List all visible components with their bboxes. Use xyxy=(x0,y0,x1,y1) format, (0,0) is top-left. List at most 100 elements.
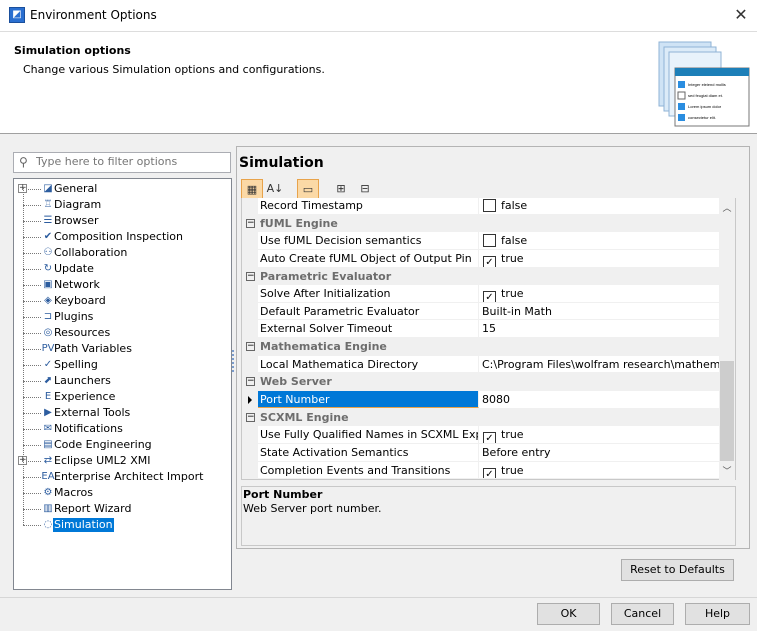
splitter-handle[interactable] xyxy=(232,350,235,372)
tree-item-network[interactable]: ▣ Network xyxy=(14,277,229,293)
tree-item-update[interactable]: ↻ Update xyxy=(14,261,229,277)
checkbox[interactable]: ✓ xyxy=(483,291,496,302)
property-row[interactable]: Use fUML Decision semantics false xyxy=(242,232,720,250)
collapse-icon[interactable]: − xyxy=(246,271,255,281)
property-value-text: true xyxy=(501,428,524,442)
property-row[interactable]: External Solver Timeout 15 xyxy=(242,320,720,339)
property-value[interactable]: false xyxy=(480,232,720,249)
property-value[interactable]: C:\Program Files\wolfram research\mathem… xyxy=(480,356,720,373)
tree-item-eclipse-uml2-xmi[interactable]: + ⇄ Eclipse UML2 XMI xyxy=(14,453,229,469)
tree-guide-line xyxy=(23,188,24,525)
tree-item-report-wizard[interactable]: ▥ Report Wizard xyxy=(14,501,229,517)
close-button[interactable]: ✕ xyxy=(730,4,752,26)
collapse-all-button[interactable]: ⊟ xyxy=(354,179,376,199)
property-value[interactable]: 8080 xyxy=(480,391,720,408)
tree-item-simulation[interactable]: ◌ Simulation xyxy=(14,517,229,533)
collapse-icon[interactable]: − xyxy=(246,218,255,228)
collapse-icon[interactable]: − xyxy=(246,377,255,387)
property-value-text: true xyxy=(501,287,524,301)
collapse-icon[interactable]: − xyxy=(246,412,255,422)
tree-item-general[interactable]: + ◪ General xyxy=(14,181,229,197)
property-value-text: 8080 xyxy=(482,393,510,407)
property-value[interactable]: ✓ true xyxy=(480,462,720,479)
ok-button[interactable]: OK xyxy=(537,603,600,625)
grid-scrollbar[interactable]: ︿ ﹀ xyxy=(719,198,735,480)
tree-item-notifications[interactable]: ✉ Notifications xyxy=(14,421,229,437)
tree-item-label: Browser xyxy=(54,214,99,227)
help-button[interactable]: Help xyxy=(685,603,750,625)
cancel-button[interactable]: Cancel xyxy=(611,603,674,625)
panel-title: Simulation xyxy=(239,155,324,171)
property-value[interactable]: false xyxy=(480,198,720,214)
search-icon: ⚲ xyxy=(19,155,28,169)
property-value[interactable]: ✓ true xyxy=(480,250,720,267)
tree-item-enterprise-architect-import[interactable]: EA Enterprise Architect Import xyxy=(14,469,229,485)
property-value[interactable]: Before entry xyxy=(480,444,720,461)
property-group[interactable]: − Parametric Evaluator xyxy=(242,267,720,286)
property-value[interactable]: ✓ true xyxy=(480,426,720,443)
tree-item-launchers[interactable]: ⬈ Launchers xyxy=(14,373,229,389)
property-name: External Solver Timeout xyxy=(258,320,479,338)
checkbox[interactable]: ✓ xyxy=(483,467,496,479)
tree-item-label: Spelling xyxy=(54,358,98,371)
property-value[interactable]: ✓ true xyxy=(480,285,720,302)
tree-item-resources[interactable]: ◎ Resources xyxy=(14,325,229,341)
scroll-down-icon[interactable]: ﹀ xyxy=(719,464,735,477)
tree-connector xyxy=(23,237,41,238)
categorized-view-button[interactable]: ▦ xyxy=(241,179,263,199)
property-row[interactable]: Default Parametric Evaluator Built-in Mat… xyxy=(242,302,720,321)
window-title: Environment Options xyxy=(30,8,157,22)
property-value-text: false xyxy=(501,234,528,248)
property-row[interactable]: Record Timestamp false xyxy=(242,198,720,215)
reset-to-defaults-button[interactable]: Reset to Defaults xyxy=(621,559,734,581)
tree-item-experience[interactable]: E Experience xyxy=(14,389,229,405)
current-row-icon xyxy=(248,396,252,405)
property-row[interactable]: Port Number 8080 xyxy=(242,391,720,409)
header-title: Simulation options xyxy=(14,44,131,57)
property-row[interactable]: Solve After Initialization ✓ true xyxy=(242,285,720,303)
options-tree[interactable]: + ◪ General ♖ Diagram ☰ Browser ✔ Composition In… xyxy=(13,178,232,590)
tree-item-external-tools[interactable]: ▶ External Tools xyxy=(14,405,229,421)
sort-alphabetical-button[interactable]: A↓ xyxy=(264,179,286,199)
tree-item-spelling[interactable]: ✓ Spelling xyxy=(14,357,229,373)
tree-item-keyboard[interactable]: ◈ Keyboard xyxy=(14,293,229,309)
tree-item-label: Collaboration xyxy=(54,246,128,259)
scroll-thumb[interactable] xyxy=(720,361,734,461)
tree-connector xyxy=(23,509,41,510)
checkbox[interactable] xyxy=(483,234,496,248)
tree-item-macros[interactable]: ⚙ Macros xyxy=(14,485,229,501)
tree-item-code-engineering[interactable]: ▤ Code Engineering xyxy=(14,437,229,453)
checkbox[interactable]: ✓ xyxy=(483,432,496,443)
property-value-text: false xyxy=(501,199,528,212)
property-row[interactable]: Use Fully Qualified Names in SCXML Expor… xyxy=(242,426,720,444)
tree-item-collaboration[interactable]: ⚇ Collaboration xyxy=(14,245,229,261)
property-row[interactable]: State Activation Semantics Before entry xyxy=(242,443,720,462)
tree-item-label: External Tools xyxy=(54,406,131,419)
tree-item-plugins[interactable]: ⊐ Plugins xyxy=(14,309,229,325)
property-group[interactable]: − fUML Engine xyxy=(242,214,720,233)
property-group[interactable]: − Mathematica Engine xyxy=(242,338,720,356)
property-row[interactable]: Auto Create fUML Object of Output Pin ✓ tr… xyxy=(242,249,720,268)
property-value-text: true xyxy=(501,251,524,265)
filter-options-input[interactable]: ⚲ xyxy=(13,152,231,173)
property-value[interactable]: 15 xyxy=(480,320,720,337)
collapse-icon[interactable]: − xyxy=(246,342,255,352)
tree-item-path-variables[interactable]: PV Path Variables xyxy=(14,341,229,357)
property-group[interactable]: − Web Server xyxy=(242,373,720,392)
property-row[interactable]: Local Mathematica Directory C:\Program Fi… xyxy=(242,355,720,374)
property-row[interactable]: Completion Events and Transitions ✓ true xyxy=(242,461,720,479)
scroll-up-icon[interactable]: ︿ xyxy=(719,201,735,214)
show-description-button[interactable]: ▭ xyxy=(297,179,319,199)
tree-item-composition-inspection[interactable]: ✔ Composition Inspection xyxy=(14,229,229,245)
expand-all-button[interactable]: ⊞ xyxy=(330,179,352,199)
checkbox[interactable]: ✓ xyxy=(483,255,496,267)
tree-item-diagram[interactable]: ♖ Diagram xyxy=(14,197,229,213)
options-illustration-icon: Integer eleiend mollis sed feugiat diam … xyxy=(658,41,750,127)
property-group[interactable]: − SCXML Engine xyxy=(242,408,720,427)
filter-input[interactable] xyxy=(36,155,226,168)
property-value[interactable]: Built-in Math xyxy=(480,303,720,320)
tree-connector xyxy=(23,525,41,526)
checkbox[interactable] xyxy=(483,199,496,212)
property-grid[interactable]: Record Timestamp false − fUML Engine Use fUM… xyxy=(241,198,736,480)
tree-item-browser[interactable]: ☰ Browser xyxy=(14,213,229,229)
